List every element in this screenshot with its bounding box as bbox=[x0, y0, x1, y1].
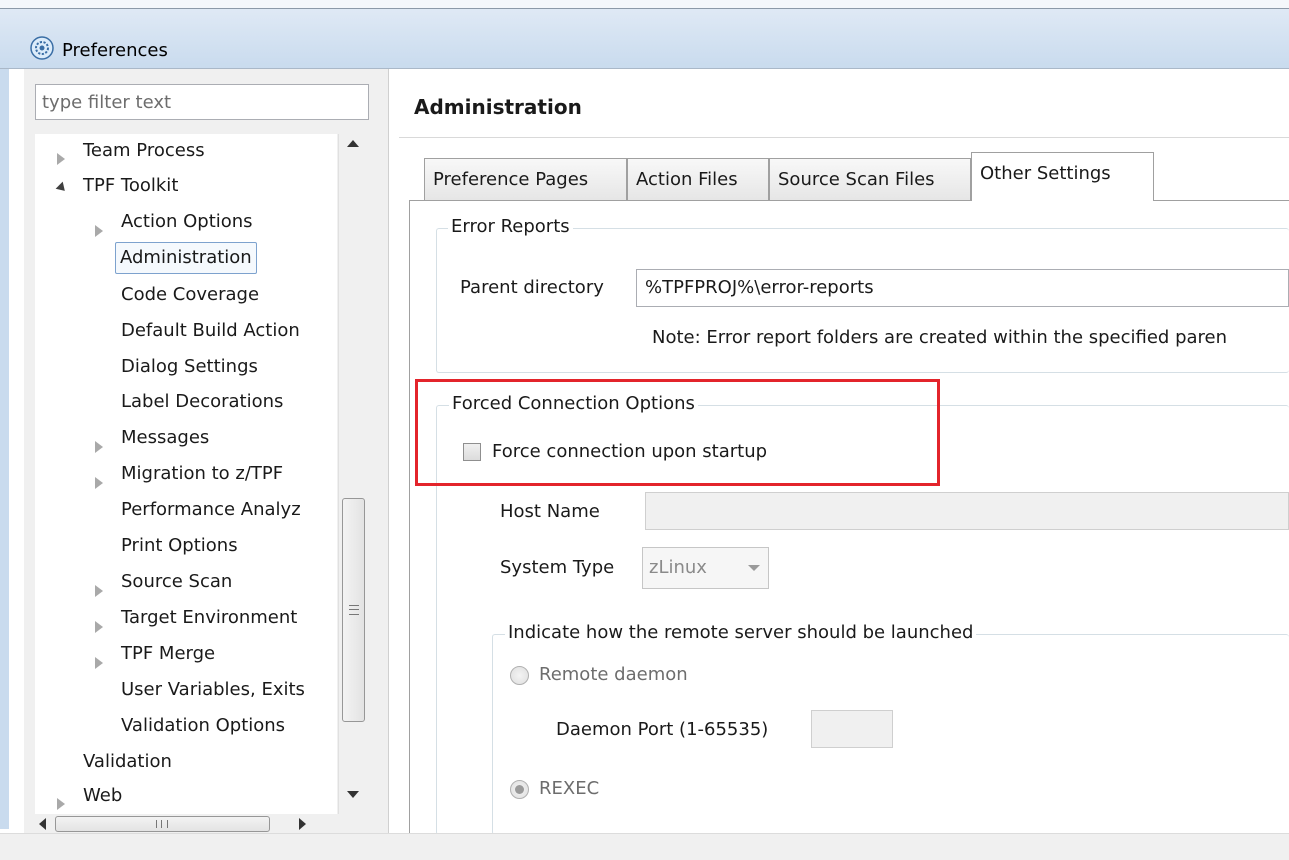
tree-item-dialog-settings[interactable]: Dialog Settings bbox=[121, 350, 258, 384]
vertical-scroll-thumb[interactable] bbox=[342, 498, 365, 722]
rexec-radio[interactable] bbox=[510, 780, 529, 799]
expand-icon[interactable] bbox=[95, 441, 103, 453]
daemon-port-label: Daemon Port (1-65535) bbox=[556, 719, 769, 740]
grip-icon bbox=[156, 820, 168, 828]
annotation-highlight-box bbox=[415, 379, 940, 486]
rexec-label[interactable]: REXEC bbox=[539, 777, 599, 801]
tab-action-files[interactable]: Action Files bbox=[627, 158, 769, 200]
tree-item-administration[interactable]: Administration bbox=[115, 242, 257, 274]
status-bar bbox=[0, 833, 1289, 860]
tab-source-scan-files[interactable]: Source Scan Files bbox=[769, 158, 971, 200]
scroll-right-arrow-icon[interactable] bbox=[299, 818, 306, 830]
parent-directory-label: Parent directory bbox=[460, 277, 604, 298]
tree-item-source-scan[interactable]: Source Scan bbox=[121, 565, 232, 599]
host-name-input[interactable] bbox=[645, 492, 1289, 530]
grip-icon bbox=[349, 605, 359, 615]
tree-item-action-options[interactable]: Action Options bbox=[121, 205, 253, 239]
tree-horizontal-scrollbar[interactable] bbox=[35, 814, 369, 834]
window-frame-left bbox=[0, 69, 9, 829]
collapse-icon[interactable] bbox=[55, 181, 69, 195]
expand-icon[interactable] bbox=[95, 621, 103, 633]
preferences-gear-icon bbox=[30, 36, 54, 60]
window-top-strip bbox=[0, 0, 1289, 9]
tree-item-label-decorations[interactable]: Label Decorations bbox=[121, 385, 283, 419]
tree-item-user-variables-exits[interactable]: User Variables, Exits bbox=[121, 673, 305, 707]
tree-item-migration-to-ztpf[interactable]: Migration to z/TPF bbox=[121, 457, 283, 491]
title-separator bbox=[399, 137, 1289, 138]
system-type-value: zLinux bbox=[649, 557, 707, 578]
scroll-up-arrow-icon[interactable] bbox=[347, 140, 359, 147]
tree-item-tpf-toolkit[interactable]: TPF Toolkit bbox=[83, 169, 178, 203]
tree-item-messages[interactable]: Messages bbox=[121, 421, 209, 455]
expand-icon[interactable] bbox=[95, 585, 103, 597]
tree-item-web[interactable]: Web bbox=[83, 779, 122, 813]
filter-input[interactable] bbox=[35, 84, 369, 120]
tree-item-default-build-action[interactable]: Default Build Action bbox=[121, 314, 300, 348]
expand-icon[interactable] bbox=[95, 477, 103, 489]
tree-item-performance-analyzer[interactable]: Performance Analyz bbox=[121, 493, 301, 527]
tree-vertical-scrollbar[interactable] bbox=[338, 134, 368, 814]
remote-daemon-label[interactable]: Remote daemon bbox=[539, 663, 688, 687]
page-title: Administration bbox=[414, 95, 582, 119]
expand-icon[interactable] bbox=[95, 657, 103, 669]
tree-item-tpf-merge[interactable]: TPF Merge bbox=[121, 637, 215, 671]
tree-item-validation-options[interactable]: Validation Options bbox=[121, 709, 285, 743]
expand-icon[interactable] bbox=[57, 798, 65, 810]
host-name-label: Host Name bbox=[500, 501, 600, 522]
daemon-port-input[interactable] bbox=[811, 710, 893, 748]
tree-item-validation[interactable]: Validation bbox=[83, 745, 172, 779]
scroll-down-arrow-icon[interactable] bbox=[347, 791, 359, 798]
remote-daemon-radio[interactable] bbox=[510, 666, 529, 685]
error-reports-note: Note: Error report folders are created w… bbox=[652, 327, 1228, 348]
title-bar: Preferences bbox=[0, 9, 1289, 69]
horizontal-scroll-thumb[interactable] bbox=[55, 816, 270, 832]
tree-item-print-options[interactable]: Print Options bbox=[121, 529, 238, 563]
tab-other-settings[interactable]: Other Settings bbox=[971, 152, 1154, 201]
expand-icon[interactable] bbox=[57, 153, 65, 165]
launch-method-title: Indicate how the remote server should be… bbox=[505, 622, 977, 644]
preferences-tree[interactable]: Team Process TPF Toolkit Action Options … bbox=[35, 134, 337, 814]
error-reports-title: Error Reports bbox=[448, 216, 573, 238]
chevron-down-icon bbox=[748, 565, 760, 571]
tree-item-target-environment[interactable]: Target Environment bbox=[121, 601, 297, 635]
scroll-left-arrow-icon[interactable] bbox=[39, 818, 46, 830]
window-title: Preferences bbox=[62, 40, 168, 61]
system-type-select[interactable]: zLinux bbox=[642, 547, 769, 589]
system-type-label: System Type bbox=[500, 557, 615, 578]
tree-item-code-coverage[interactable]: Code Coverage bbox=[121, 278, 259, 312]
parent-directory-input[interactable]: %TPFPROJ%\error-reports bbox=[636, 269, 1289, 307]
tab-preference-pages[interactable]: Preference Pages bbox=[424, 158, 627, 200]
expand-icon[interactable] bbox=[95, 225, 103, 237]
tree-item-team-process[interactable]: Team Process bbox=[83, 134, 205, 168]
